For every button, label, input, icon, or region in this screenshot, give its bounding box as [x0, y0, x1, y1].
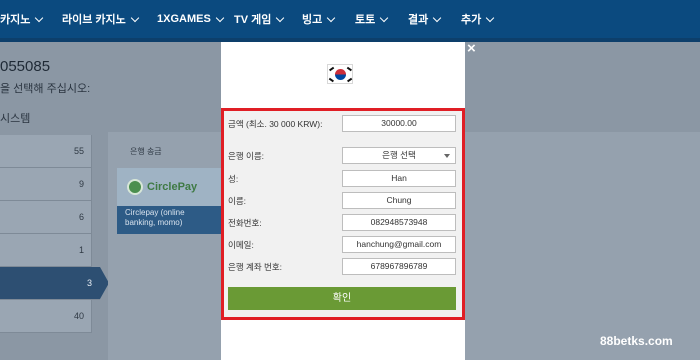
bank-account-input[interactable]: 678967896789	[342, 258, 456, 275]
email-label: 이메일:	[228, 240, 254, 250]
chevron-down-icon	[486, 13, 495, 22]
circlepay-description: Circlepay (online banking, momo)	[125, 208, 185, 227]
chevron-down-icon	[444, 154, 450, 158]
category-row[interactable]: 1	[0, 234, 92, 267]
bank-name-label: 은행 이름:	[228, 151, 265, 161]
nav-item-toto[interactable]: 토토	[355, 0, 389, 38]
circlepay-icon	[127, 179, 143, 195]
chevron-down-icon	[130, 13, 140, 22]
payment-category-list: 55 9 6 1 3 40	[0, 135, 109, 333]
site-watermark: 88betks.com	[600, 334, 673, 348]
email-input[interactable]: hanchung@gmail.com	[342, 236, 456, 253]
first-name-input[interactable]: Chung	[342, 192, 456, 209]
chevron-down-icon	[327, 13, 336, 22]
south-korea-flag-icon	[327, 64, 353, 84]
surname-label: 성:	[228, 174, 239, 184]
chevron-down-icon	[433, 13, 442, 22]
nav-item-results[interactable]: 결과	[408, 0, 442, 38]
circlepay-logo: CirclePay	[117, 168, 221, 206]
top-navigation: 카지노 라이브 카지노 1XGAMES TV 게임 빙고 토토 결과 추가	[0, 0, 700, 38]
category-row[interactable]: 40	[0, 300, 92, 333]
circlepay-method-card[interactable]: CirclePay Circlepay (online banking, mom…	[117, 168, 221, 234]
category-row[interactable]: 55	[0, 135, 92, 168]
phone-input[interactable]: 082948573948	[342, 214, 456, 231]
chevron-down-icon	[380, 13, 389, 22]
panel-title: 은행 송금	[130, 147, 162, 156]
nav-item-1xgames[interactable]: 1XGAMES	[157, 0, 225, 38]
confirm-button[interactable]: 확인	[228, 287, 456, 310]
nav-item-casino[interactable]: 카지노	[0, 0, 44, 38]
category-row[interactable]: 6	[0, 201, 92, 234]
nav-item-live-casino[interactable]: 라이브 카지노	[62, 0, 140, 38]
close-icon[interactable]: ×	[467, 41, 476, 56]
page-subtitle: 을 선택해 주십시오:	[0, 83, 91, 95]
category-row-active[interactable]: 3	[0, 267, 109, 300]
amount-label: 금액 (최소. 30 000 KRW):	[228, 119, 323, 129]
phone-label: 전화번호:	[228, 218, 262, 228]
chevron-down-icon	[35, 13, 44, 22]
nav-item-more[interactable]: 추가	[461, 0, 495, 38]
nav-item-tv-games[interactable]: TV 게임	[234, 0, 285, 38]
nav-item-bingo[interactable]: 빙고	[302, 0, 336, 38]
amount-input[interactable]: 30000.00	[342, 115, 456, 132]
first-name-label: 이름:	[228, 196, 247, 206]
surname-input[interactable]: Han	[342, 170, 456, 187]
category-row[interactable]: 9	[0, 168, 92, 201]
chevron-down-icon	[215, 13, 225, 22]
account-number: 055085	[0, 58, 51, 75]
system-label: 시스템	[0, 113, 31, 125]
chevron-down-icon	[276, 13, 285, 22]
bank-account-label: 은행 계좌 번호:	[228, 262, 283, 272]
bank-select[interactable]: 은행 선택	[342, 147, 456, 164]
